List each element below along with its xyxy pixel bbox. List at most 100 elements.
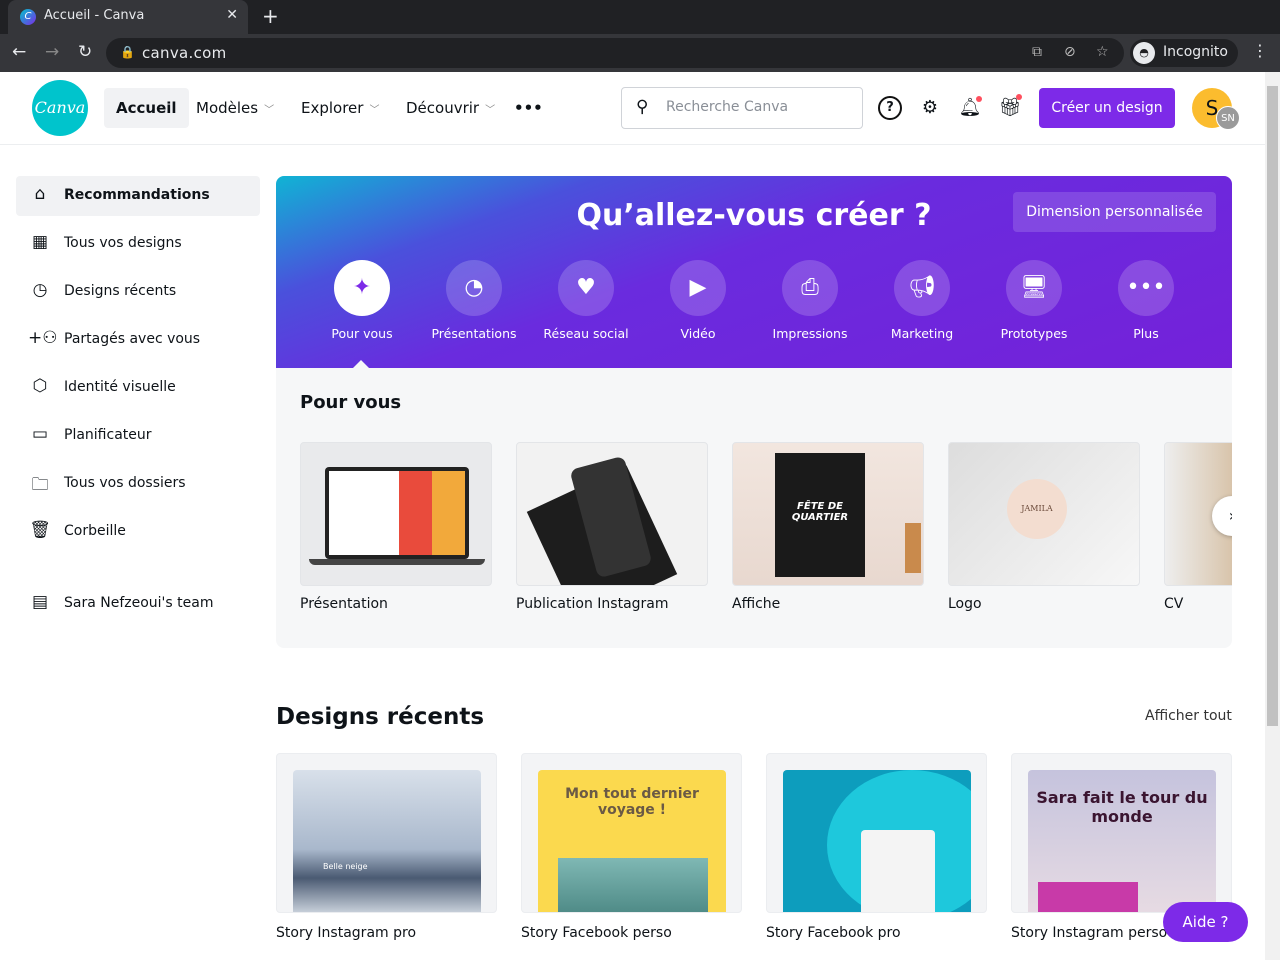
nav-label: Découvrir: [406, 99, 480, 117]
close-tab-icon[interactable]: ✕: [226, 7, 238, 23]
clock-icon: ◷: [32, 280, 48, 300]
forward-icon[interactable]: →: [45, 42, 59, 62]
create-hero-banner: Qu’allez-vous créer ? Dimension personna…: [276, 176, 1232, 368]
logo-text: JAMILA: [1007, 479, 1067, 539]
show-all-link[interactable]: Afficher tout: [1145, 708, 1232, 724]
bookmark-star-icon[interactable]: ☆: [1096, 44, 1109, 60]
design-label: Story Facebook pro: [766, 925, 901, 941]
help-icon[interactable]: ?: [878, 96, 902, 120]
category-marketing[interactable]: 📢︎ Marketing: [866, 260, 978, 341]
canva-header: Canva Accueil Modèles ﹀ Explorer ﹀ Découvr…: [0, 72, 1265, 145]
sidebar-label: Designs récents: [64, 283, 177, 299]
heart-bubble-icon: ♥: [558, 260, 614, 316]
scrollbar-thumb[interactable]: [1267, 86, 1278, 726]
more-menu-button[interactable]: •••: [502, 88, 555, 128]
create-design-button[interactable]: Créer un design: [1039, 88, 1175, 128]
brand-icon: ⬡: [32, 376, 48, 396]
sidebar-item-dossiers[interactable]: 🗀 Tous vos dossiers: [16, 464, 260, 504]
video-camera-icon: ▶: [670, 260, 726, 316]
more-dots-icon: •••: [1118, 260, 1174, 316]
presentation-icon: ◔: [446, 260, 502, 316]
url-text: canva.com: [142, 44, 227, 62]
sidebar-item-corbeille[interactable]: 🗑︎ Corbeille: [16, 512, 260, 552]
home-icon: ⌂: [34, 184, 46, 204]
nav-label: Explorer: [301, 99, 364, 117]
sparkle-icon: ✦: [334, 260, 390, 316]
nav-label: Modèles: [196, 99, 259, 117]
nav-decouvrir[interactable]: Découvrir ﹀: [394, 88, 507, 128]
chevron-down-icon: ﹀: [369, 105, 380, 116]
notification-dot: [1016, 94, 1022, 100]
translate-icon[interactable]: ⧉: [1032, 44, 1042, 60]
design-label: Story Instagram pro: [276, 925, 417, 941]
presentation-thumbnail: [300, 442, 492, 586]
template-card[interactable]: Publication Instagram: [516, 442, 708, 612]
canva-logo[interactable]: Canva: [32, 80, 88, 136]
notification-dot: [976, 96, 982, 102]
back-icon[interactable]: ←: [12, 42, 26, 62]
sidebar-item-identite-visuelle[interactable]: ⬡ Identité visuelle: [16, 368, 260, 408]
nav-accueil[interactable]: Accueil: [104, 88, 189, 128]
design-label: Story Facebook perso: [521, 925, 672, 941]
nav-explorer[interactable]: Explorer ﹀: [289, 88, 391, 128]
design-thumbnail: [766, 753, 987, 913]
trash-icon: 🗑︎: [29, 520, 51, 540]
template-label: Publication Instagram: [516, 596, 669, 612]
printer-icon: ⎙: [782, 260, 838, 316]
reload-icon[interactable]: ↻: [78, 42, 92, 62]
category-plus[interactable]: ••• Plus: [1090, 260, 1202, 341]
team-avatar-badge: SN: [1216, 106, 1240, 130]
nav-modeles[interactable]: Modèles ﹀: [184, 88, 286, 128]
sidebar-item-partages[interactable]: +⚇ Partagés avec vous: [16, 320, 260, 360]
template-card[interactable]: Présentation: [300, 442, 492, 612]
new-tab-icon[interactable]: +: [262, 4, 279, 28]
search-input[interactable]: ⚲ Recherche Canva: [621, 87, 863, 129]
sidebar-item-planificateur[interactable]: ▭ Planificateur: [16, 416, 260, 456]
thumbnail-text: Belle neige: [323, 862, 368, 871]
template-card[interactable]: JAMILA Logo: [948, 442, 1140, 612]
poster-thumbnail: FÊTE DE QUARTIER: [732, 442, 924, 586]
category-reseau-social[interactable]: ♥ Réseau social: [530, 260, 642, 341]
template-card[interactable]: FÊTE DE QUARTIER Affiche: [732, 442, 924, 612]
category-label: Réseau social: [543, 326, 629, 341]
address-bar[interactable]: 🔒 canva.com ⧉ ⊘ ☆: [106, 38, 1124, 68]
recent-design-card[interactable]: Belle neige Story Instagram pro: [276, 753, 497, 941]
sidebar-label: Corbeille: [64, 523, 126, 539]
category-prototypes[interactable]: 🖥︎ Prototypes: [978, 260, 1090, 341]
template-label: Affiche: [732, 596, 781, 612]
category-impressions[interactable]: ⎙ Impressions: [754, 260, 866, 341]
section-title: Pour vous: [300, 392, 402, 413]
incognito-badge[interactable]: ◓ Incognito: [1130, 39, 1238, 67]
instagram-post-thumbnail: [516, 442, 708, 586]
sidebar-label: Tous vos dossiers: [64, 475, 186, 491]
sidebar-item-designs-recents[interactable]: ◷ Designs récents: [16, 272, 260, 312]
category-label: Plus: [1133, 326, 1159, 341]
sidebar-label: Identité visuelle: [64, 379, 176, 395]
category-label: Prototypes: [1000, 326, 1068, 341]
browser-menu-icon[interactable]: ⋮: [1252, 41, 1268, 60]
tracking-blocked-icon[interactable]: ⊘: [1064, 44, 1076, 60]
template-label: Logo: [948, 596, 982, 612]
settings-gear-icon[interactable]: ⚙: [918, 96, 942, 120]
category-label: Pour vous: [331, 326, 393, 341]
devices-icon: 🖥︎: [1006, 260, 1062, 316]
custom-size-button[interactable]: Dimension personnalisée: [1013, 192, 1216, 232]
people-icon: +⚇: [28, 328, 58, 348]
category-presentations[interactable]: ◔ Présentations: [418, 260, 530, 341]
thumbnail-text: Sara fait le tour du monde: [1036, 788, 1208, 826]
recent-design-card[interactable]: Mon tout dernier voyage ! Story Facebook …: [521, 753, 742, 941]
incognito-label: Incognito: [1163, 44, 1228, 60]
tab-title: Accueil - Canva: [44, 8, 145, 23]
category-video[interactable]: ▶ Vidéo: [642, 260, 754, 341]
recent-design-card[interactable]: Story Facebook pro: [766, 753, 987, 941]
sidebar-item-tous-vos-designs[interactable]: ▦ Tous vos designs: [16, 224, 260, 264]
sidebar-label: Planificateur: [64, 427, 152, 443]
sidebar-item-team[interactable]: ▤ Sara Nefzeoui's team: [16, 584, 260, 624]
design-thumbnail: Mon tout dernier voyage !: [521, 753, 742, 913]
incognito-icon: ◓: [1133, 42, 1155, 64]
browser-tab[interactable]: C Accueil - Canva ✕: [8, 0, 248, 34]
help-button[interactable]: Aide ?: [1163, 902, 1248, 942]
sidebar-item-recommandations[interactable]: ⌂ Recommandations: [16, 176, 260, 216]
sidebar-label: Recommandations: [64, 187, 210, 203]
category-pour-vous[interactable]: ✦ Pour vous: [306, 260, 418, 341]
